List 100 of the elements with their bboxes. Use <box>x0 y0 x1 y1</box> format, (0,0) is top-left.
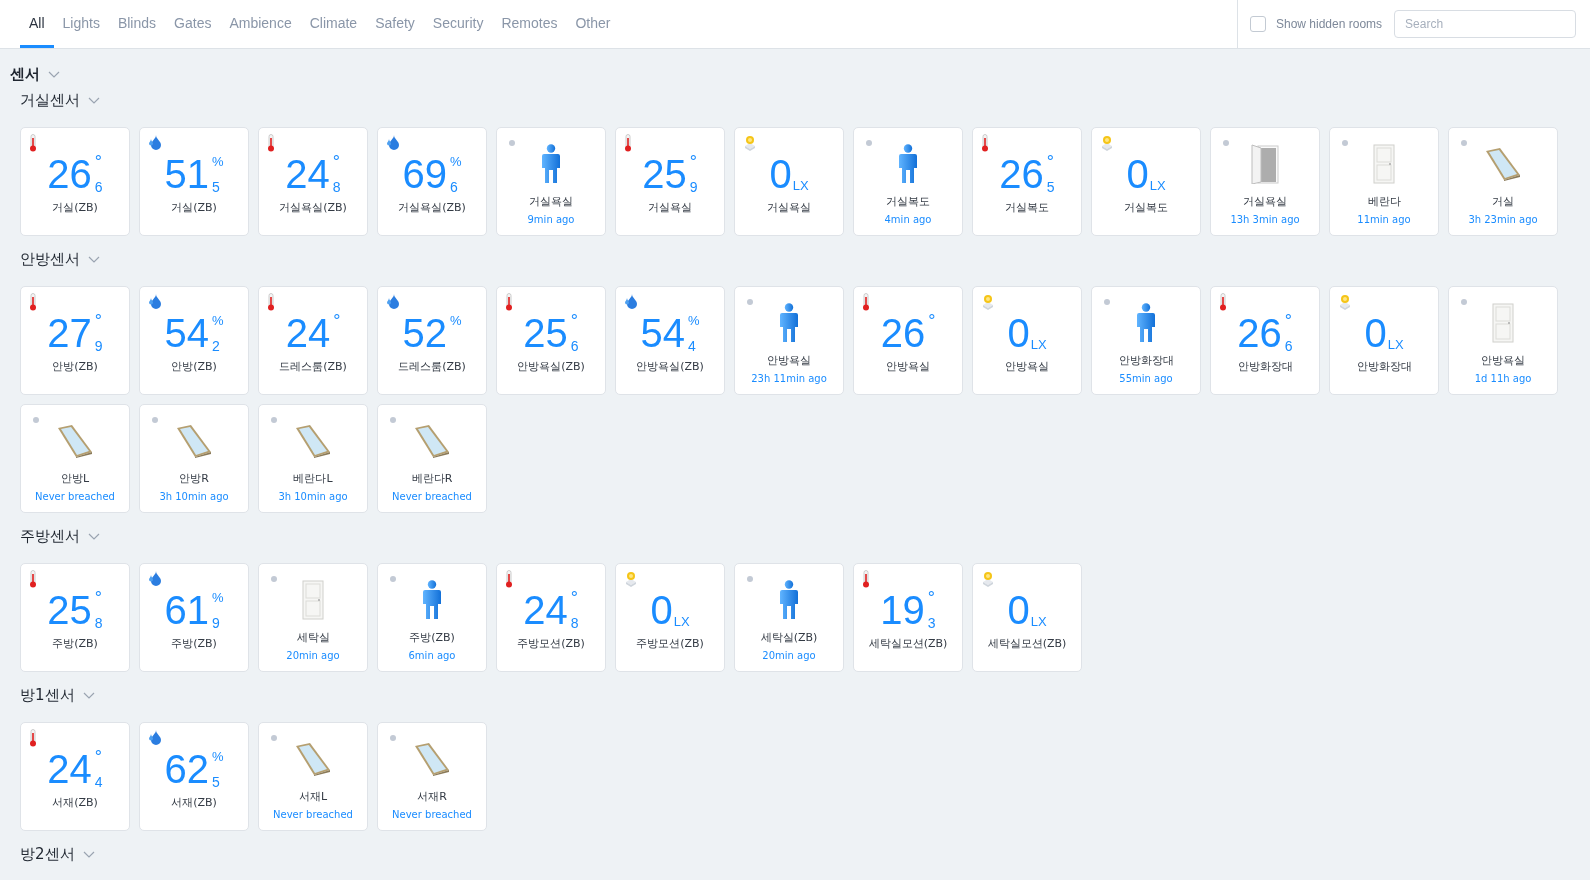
sensor-tile[interactable]: 0LX 거실복도 <box>1091 127 1201 236</box>
sensor-tile[interactable]: 52% 드레스룸(ZB) <box>377 286 487 395</box>
sensor-name: 거실 <box>1492 194 1514 209</box>
status-dot <box>271 576 277 582</box>
light-sensor-icon <box>1338 293 1352 311</box>
sensor-name: 안방화장대 <box>1356 359 1412 374</box>
thermometer-icon <box>267 134 275 152</box>
status-dot <box>152 417 158 423</box>
decimal-value: 6 <box>94 180 103 194</box>
last-seen-time: 20min ago <box>286 650 340 661</box>
unit-label: ° <box>570 313 579 329</box>
sensor-tile[interactable]: 0LX 거실욕실 <box>734 127 844 236</box>
unit-label: ° <box>928 313 936 329</box>
unit-label: ° <box>94 749 103 765</box>
chevron-icon[interactable] <box>88 96 100 104</box>
unit-label: LX <box>1030 614 1047 630</box>
unit-label: LX <box>1387 337 1404 353</box>
checkbox[interactable] <box>1250 16 1266 32</box>
skylight-window-icon <box>1484 147 1522 181</box>
sensor-tile[interactable]: 서재R Never breached <box>377 722 487 831</box>
last-seen-time: 1d 11h ago <box>1474 373 1532 384</box>
sensor-tile[interactable]: 0LX 세탁실모션(ZB) <box>972 563 1082 672</box>
search-field[interactable]: Search <box>1394 10 1577 38</box>
sensor-tile[interactable]: 서재L Never breached <box>258 722 368 831</box>
sensor-tile[interactable]: 안방R 3h 10min ago <box>139 404 249 513</box>
status-dot <box>271 735 277 741</box>
unit-label: LX <box>1030 337 1047 353</box>
sensor-name: 안방욕실 <box>767 353 811 368</box>
sensor-tile[interactable]: 거실욕실 9min ago <box>496 127 606 236</box>
sensor-tile[interactable]: 26° 안방욕실 <box>853 286 963 395</box>
decimal-value: 9 <box>94 339 103 353</box>
unit-label: ° <box>570 590 579 606</box>
sensor-name: 서재(ZB) <box>171 795 217 810</box>
sensor-name: 주방모션(ZB) <box>636 636 704 651</box>
category-tab[interactable]: All <box>20 0 54 48</box>
sensor-tile[interactable]: 거실복도 4min ago <box>853 127 963 236</box>
sensor-name: 베란다L <box>293 471 333 486</box>
chevron-icon[interactable] <box>82 850 95 858</box>
person-icon <box>541 144 561 184</box>
chevron-icon[interactable] <box>88 255 100 263</box>
thermometer-icon <box>505 570 513 588</box>
sensor-tile[interactable]: 거실 3h 23min ago <box>1448 127 1558 236</box>
sensor-tile[interactable]: 베란다R Never breached <box>377 404 487 513</box>
skylight-window-icon <box>175 424 213 458</box>
skylight-window-icon <box>294 424 332 458</box>
sensor-tile[interactable]: 안방화장대 55min ago <box>1091 286 1201 395</box>
status-dot <box>390 576 396 582</box>
decimal-value: 5 <box>1046 180 1055 194</box>
chevron-icon[interactable] <box>88 532 100 540</box>
sensor-name: 세탁실모션(ZB) <box>868 636 948 651</box>
thermometer-icon <box>29 134 37 152</box>
last-seen-time: 55min ago <box>1119 373 1173 384</box>
sensor-tile[interactable]: 세탁실(ZB) 20min ago <box>734 563 844 672</box>
reading-value: 26 <box>999 154 1044 194</box>
status-dot <box>747 299 753 305</box>
sensor-name: 거실(ZB) <box>171 200 217 215</box>
sensor-name: 세탁실(ZB) <box>760 630 818 645</box>
sensor-tile[interactable]: 거실욕실 13h 3min ago <box>1210 127 1320 236</box>
sensor-tile[interactable]: 안방욕실 23h 11min ago <box>734 286 844 395</box>
sensor-name: 거실복도 <box>1124 200 1168 215</box>
chevron-icon[interactable] <box>48 70 60 78</box>
last-seen-time: 3h 10min ago <box>159 491 229 502</box>
sensor-tile[interactable]: 0LX 안방화장대 <box>1329 286 1439 395</box>
person-icon <box>779 303 799 343</box>
light-sensor-icon <box>981 293 995 311</box>
unit-label: % <box>211 154 224 170</box>
section-heading: 센서 <box>10 64 40 84</box>
sensor-tile[interactable]: 주방(ZB) 6min ago <box>377 563 487 672</box>
thermometer-icon <box>29 729 37 747</box>
water-drop-icon <box>148 293 162 309</box>
unit-label: ° <box>94 154 103 170</box>
unit-label: ° <box>94 590 103 606</box>
sensor-tile[interactable]: 0LX 안방욕실 <box>972 286 1082 395</box>
sensor-tile[interactable]: 베란다L 3h 10min ago <box>258 404 368 513</box>
last-seen-time: 6min ago <box>408 650 456 661</box>
decimal-value: 8 <box>94 616 103 630</box>
person-icon <box>779 580 799 620</box>
chevron-icon[interactable] <box>82 691 95 699</box>
sensor-tile[interactable]: 안방L Never breached <box>20 404 130 513</box>
unit-label: LX <box>792 178 809 194</box>
decimal-value: 5 <box>211 180 221 194</box>
reading-value: 52 <box>402 313 447 353</box>
sensor-tile[interactable]: 24° 드레스룸(ZB) <box>258 286 368 395</box>
thermometer-icon <box>624 134 632 152</box>
unit-label: % <box>211 313 224 329</box>
skylight-window-icon <box>56 424 94 458</box>
decimal-value: 4 <box>687 339 697 353</box>
sensor-tile[interactable]: 베란다 11min ago <box>1329 127 1439 236</box>
sensor-tile[interactable]: 안방욕실 1d 11h ago <box>1448 286 1558 395</box>
status-dot <box>1104 299 1110 305</box>
status-dot <box>509 140 515 146</box>
reading-value: 69 <box>402 154 447 194</box>
sensor-tile[interactable]: 세탁실 20min ago <box>258 563 368 672</box>
thermometer-icon <box>981 134 989 152</box>
water-drop-icon <box>148 570 162 586</box>
last-seen-time: 3h 10min ago <box>278 491 348 502</box>
sensor-name: 거실욕실 <box>529 194 573 209</box>
sensor-tile[interactable]: 0LX 주방모션(ZB) <box>615 563 725 672</box>
reading-value: 0 <box>650 590 673 630</box>
water-drop-icon <box>624 293 638 309</box>
